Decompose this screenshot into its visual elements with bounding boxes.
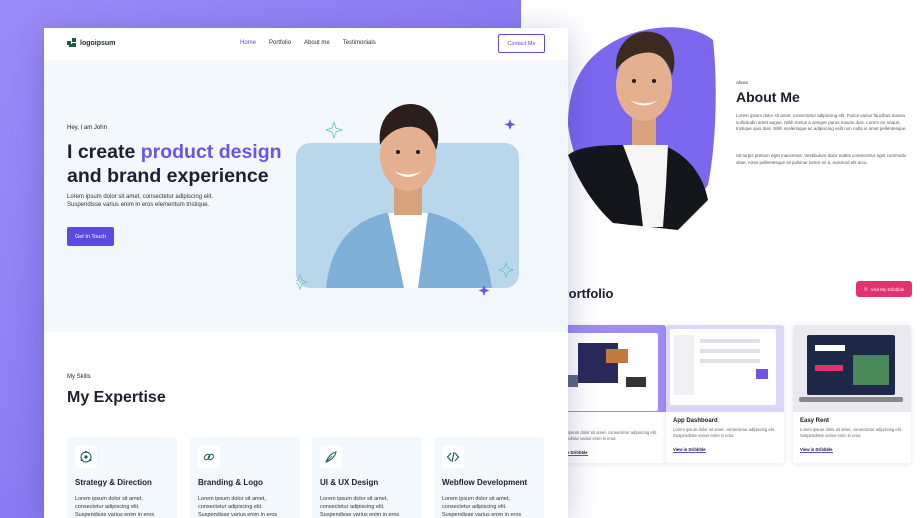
skills-title: My Expertise	[67, 389, 166, 406]
skill-card-strategy: Strategy & Direction Lorem ipsum dolor s…	[67, 437, 177, 518]
visit-dribbble-label: Visit My Dribbble	[870, 286, 905, 292]
hero-portrait	[296, 103, 519, 296]
nav-link-home[interactable]: Home	[240, 40, 256, 46]
portfolio-title: Portfolio	[560, 286, 614, 301]
main-page-mockup: logoipsum Home Portfolio About me Testim…	[44, 28, 568, 518]
about-photo	[568, 27, 716, 230]
get-in-touch-button[interactable]: Get In Touch	[67, 227, 114, 246]
nav-links: Home Portfolio About me Testimonials	[240, 40, 376, 46]
nav-link-testimonials[interactable]: Testimonials	[343, 40, 376, 46]
portfolio-thumb-3	[793, 325, 911, 412]
about-paragraph-2: Sit turpis pretium eget maecenas. Vestib…	[736, 153, 907, 165]
skill-card-desc: Lorem ipsum dolor sit amet, consectetur …	[198, 496, 278, 518]
hero-lead: Lorem ipsum dolor sit amet, consectetur …	[67, 194, 214, 208]
navbar: logoipsum Home Portfolio About me Testim…	[44, 28, 568, 60]
portfolio-thumb-2	[666, 325, 784, 412]
portfolio-card-3[interactable]: Easy Rent Lorem ipsum dolor sit amet, co…	[793, 325, 911, 463]
code-icon	[442, 446, 464, 468]
skill-card-title: Webflow Development	[442, 478, 528, 487]
visit-dribbble-button[interactable]: ◎ Visit My Dribbble	[856, 281, 912, 297]
about-portfolio-mockup: About About Me Lorem ipsum dolor sit ame…	[540, 0, 922, 518]
portfolio-card-2-title: App Dashboard	[673, 418, 718, 424]
skill-card-branding: Branding & Logo Lorem ipsum dolor sit am…	[190, 437, 300, 518]
about-paragraph-1: Lorem ipsum dolor sit amet, consectetur …	[736, 113, 907, 131]
skill-card-desc: Lorem ipsum dolor sit amet, consectetur …	[75, 496, 155, 518]
skill-card-uiux: UI & UX Design Lorem ipsum dolor sit ame…	[312, 437, 422, 518]
skill-card-desc: Lorem ipsum dolor sit amet, consectetur …	[320, 496, 400, 518]
portfolio-card-2-desc: Lorem ipsum dolor sit amet, consectetur …	[673, 427, 775, 438]
headline-pre: I create	[67, 141, 141, 163]
logo-icon	[67, 38, 76, 47]
skill-card-title: UI & UX Design	[320, 478, 379, 487]
hero-headline: I create product design and brand experi…	[67, 140, 307, 188]
nav-link-about[interactable]: About me	[304, 40, 330, 46]
portfolio-card-3-link[interactable]: View in Dribbble	[800, 447, 833, 453]
contact-me-button[interactable]: Contact Me	[498, 34, 545, 53]
portfolio-card-3-title: Easy Rent	[800, 418, 830, 424]
skill-card-title: Branding & Logo	[198, 478, 263, 487]
portfolio-card-2[interactable]: App Dashboard Lorem ipsum dolor sit amet…	[666, 325, 784, 463]
logo-text: logoipsum	[80, 39, 116, 47]
skill-card-title: Strategy & Direction	[75, 478, 152, 487]
link-icon	[198, 446, 220, 468]
dribbble-icon: ◎	[863, 286, 868, 291]
skills-eyebrow: My Skills	[67, 374, 91, 380]
strategy-icon	[75, 446, 97, 468]
portfolio-card-1-desc: Lorem ipsum dolor sit amet, consectetur …	[555, 430, 657, 441]
nav-link-portfolio[interactable]: Portfolio	[269, 40, 291, 46]
logo[interactable]: logoipsum	[67, 38, 115, 48]
skill-card-webflow: Webflow Development Lorem ipsum dolor si…	[434, 437, 544, 518]
portfolio-card-2-link[interactable]: View in Dribbble	[673, 447, 706, 453]
hero-greeting: Hey, I am John	[67, 125, 107, 131]
headline-accent: product design	[140, 141, 282, 163]
about-title: About Me	[736, 89, 800, 105]
feather-pen-icon	[320, 446, 342, 468]
headline-post: and brand experience	[67, 165, 269, 187]
about-eyebrow: About	[736, 80, 748, 85]
skill-card-desc: Lorem ipsum dolor sit amet, consectetur …	[442, 496, 522, 518]
portfolio-card-3-desc: Lorem ipsum dolor sit amet, consectetur …	[800, 427, 902, 438]
